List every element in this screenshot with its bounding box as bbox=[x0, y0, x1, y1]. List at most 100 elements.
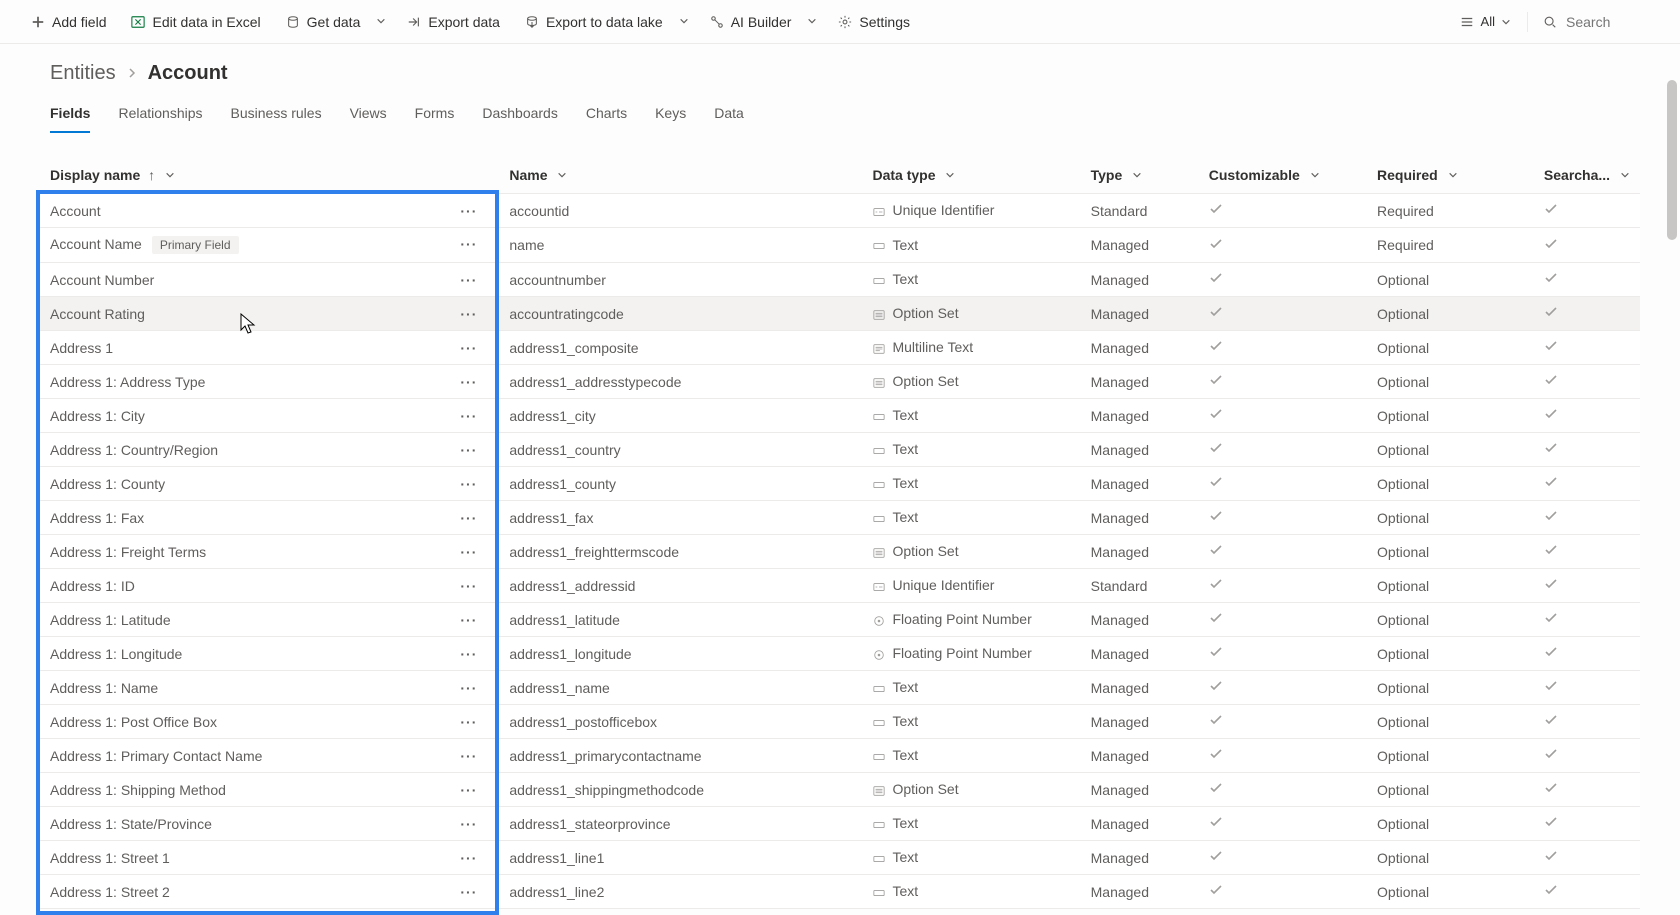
add-field-button[interactable]: Add field bbox=[20, 8, 116, 36]
tab-forms[interactable]: Forms bbox=[415, 99, 455, 133]
row-actions-button[interactable]: ··· bbox=[454, 612, 483, 628]
row-actions-button[interactable]: ··· bbox=[454, 203, 483, 219]
row-display-name: Account Number bbox=[50, 272, 154, 288]
export-data-button[interactable]: Export data bbox=[396, 8, 510, 36]
row-display-name: Address 1: Street 2 bbox=[50, 884, 170, 900]
get-data-chevron[interactable] bbox=[370, 8, 392, 35]
header-required[interactable]: Required bbox=[1367, 157, 1534, 194]
row-actions-button[interactable]: ··· bbox=[454, 680, 483, 696]
tab-views[interactable]: Views bbox=[350, 99, 387, 133]
row-actions-button[interactable]: ··· bbox=[454, 884, 483, 900]
export-lake-button[interactable]: Export to data lake bbox=[514, 8, 673, 36]
header-type[interactable]: Type bbox=[1081, 157, 1199, 194]
scrollbar-thumb[interactable] bbox=[1667, 80, 1677, 240]
table-row[interactable]: Address 1: Name···address1_nameTextManag… bbox=[40, 671, 1640, 705]
customizable-check-icon bbox=[1209, 782, 1223, 798]
row-actions-button[interactable]: ··· bbox=[454, 374, 483, 390]
row-actions-button[interactable]: ··· bbox=[454, 782, 483, 798]
table-row[interactable]: Account Rating···accountratingcodeOption… bbox=[40, 297, 1640, 331]
row-actions-button[interactable]: ··· bbox=[454, 476, 483, 492]
table-row[interactable]: Account Number···accountnumberTextManage… bbox=[40, 263, 1640, 297]
breadcrumb-sep-icon bbox=[126, 62, 138, 85]
edit-excel-button[interactable]: Edit data in Excel bbox=[120, 8, 270, 36]
ai-builder-label: AI Builder bbox=[731, 14, 792, 30]
table-row[interactable]: Address 1: City···address1_cityTextManag… bbox=[40, 399, 1640, 433]
breadcrumb-root[interactable]: Entities bbox=[50, 62, 116, 85]
header-data-type[interactable]: Data type bbox=[862, 157, 1080, 194]
header-display-name[interactable]: Display name ↑ bbox=[40, 157, 499, 194]
table-row[interactable]: Account NamePrimary Field···nameTextMana… bbox=[40, 228, 1640, 263]
table-row[interactable]: Address 1: Latitude···address1_latitudeF… bbox=[40, 603, 1640, 637]
row-actions-button[interactable]: ··· bbox=[454, 340, 483, 356]
row-type: Managed bbox=[1081, 467, 1199, 501]
row-type: Managed bbox=[1081, 399, 1199, 433]
row-actions-button[interactable]: ··· bbox=[454, 714, 483, 730]
table-row[interactable]: Address 1: ID···address1_addressidUnique… bbox=[40, 569, 1640, 603]
table-row[interactable]: Address 1: Freight Terms···address1_frei… bbox=[40, 535, 1640, 569]
row-actions-button[interactable]: ··· bbox=[454, 816, 483, 832]
row-type: Managed bbox=[1081, 807, 1199, 841]
row-data-type: Multiline Text bbox=[892, 339, 973, 355]
row-actions-button[interactable]: ··· bbox=[454, 236, 483, 252]
header-searchable[interactable]: Searcha... bbox=[1534, 157, 1640, 194]
search-box[interactable] bbox=[1536, 9, 1660, 35]
row-data-type: Unique Identifier bbox=[892, 577, 994, 593]
search-input[interactable] bbox=[1564, 13, 1654, 31]
ai-builder-chevron[interactable] bbox=[801, 8, 823, 35]
table-row[interactable]: Account···accountidUnique IdentifierStan… bbox=[40, 194, 1640, 228]
row-actions-button[interactable]: ··· bbox=[454, 272, 483, 288]
row-type: Managed bbox=[1081, 263, 1199, 297]
table-row[interactable]: Address 1: Address Type···address1_addre… bbox=[40, 365, 1640, 399]
row-actions-button[interactable]: ··· bbox=[454, 748, 483, 764]
row-actions-button[interactable]: ··· bbox=[454, 408, 483, 424]
tab-dashboards[interactable]: Dashboards bbox=[482, 99, 558, 133]
tab-business-rules[interactable]: Business rules bbox=[231, 99, 322, 133]
row-actions-button[interactable]: ··· bbox=[454, 646, 483, 662]
row-display-name: Address 1: Primary Contact Name bbox=[50, 748, 262, 764]
tab-relationships[interactable]: Relationships bbox=[118, 99, 202, 133]
table-row[interactable]: Address 1: Street 2···address1_line2Text… bbox=[40, 875, 1640, 909]
view-filter[interactable]: All bbox=[1451, 10, 1519, 34]
row-name: address1_city bbox=[499, 399, 862, 433]
vertical-scrollbar[interactable] bbox=[1662, 40, 1680, 890]
table-row[interactable]: Address 1: Longitude···address1_longitud… bbox=[40, 637, 1640, 671]
row-required: Optional bbox=[1367, 297, 1534, 331]
ai-builder-button[interactable]: AI Builder bbox=[699, 8, 802, 36]
customizable-check-icon bbox=[1209, 374, 1223, 390]
data-type-icon bbox=[872, 239, 886, 253]
table-row[interactable]: Address 1: Street 1···address1_line1Text… bbox=[40, 841, 1640, 875]
table-row[interactable]: Address 1: Post Office Box···address1_po… bbox=[40, 705, 1640, 739]
header-name[interactable]: Name bbox=[499, 157, 862, 194]
row-name: address1_longitude bbox=[499, 637, 862, 671]
header-customizable[interactable]: Customizable bbox=[1199, 157, 1367, 194]
get-data-button[interactable]: Get data bbox=[275, 8, 371, 36]
settings-button[interactable]: Settings bbox=[827, 8, 920, 36]
fields-grid: Display name ↑ Name Data type Type bbox=[40, 157, 1640, 909]
table-row[interactable]: Address 1: State/Province···address1_sta… bbox=[40, 807, 1640, 841]
row-actions-button[interactable]: ··· bbox=[454, 306, 483, 322]
table-row[interactable]: Address 1···address1_compositeMultiline … bbox=[40, 331, 1640, 365]
row-actions-button[interactable]: ··· bbox=[454, 850, 483, 866]
table-row[interactable]: Address 1: Primary Contact Name···addres… bbox=[40, 739, 1640, 773]
row-type: Managed bbox=[1081, 739, 1199, 773]
primary-field-badge: Primary Field bbox=[152, 236, 239, 254]
row-actions-button[interactable]: ··· bbox=[454, 544, 483, 560]
row-actions-button[interactable]: ··· bbox=[454, 442, 483, 458]
row-actions-button[interactable]: ··· bbox=[454, 578, 483, 594]
row-required: Optional bbox=[1367, 263, 1534, 297]
table-row[interactable]: Address 1: Shipping Method···address1_sh… bbox=[40, 773, 1640, 807]
table-row[interactable]: Address 1: Country/Region···address1_cou… bbox=[40, 433, 1640, 467]
tab-data[interactable]: Data bbox=[714, 99, 744, 133]
table-row[interactable]: Address 1: County···address1_countyTextM… bbox=[40, 467, 1640, 501]
tab-keys[interactable]: Keys bbox=[655, 99, 686, 133]
row-actions-button[interactable]: ··· bbox=[454, 510, 483, 526]
tab-charts[interactable]: Charts bbox=[586, 99, 627, 133]
row-display-name: Account Name bbox=[50, 236, 142, 252]
tab-fields[interactable]: Fields bbox=[50, 99, 90, 133]
table-row[interactable]: Address 1: Fax···address1_faxTextManaged… bbox=[40, 501, 1640, 535]
row-type: Managed bbox=[1081, 228, 1199, 263]
edit-excel-label: Edit data in Excel bbox=[152, 14, 260, 30]
searchable-check-icon bbox=[1544, 340, 1558, 356]
export-lake-chevron[interactable] bbox=[673, 8, 695, 35]
row-display-name: Address 1: Name bbox=[50, 680, 158, 696]
